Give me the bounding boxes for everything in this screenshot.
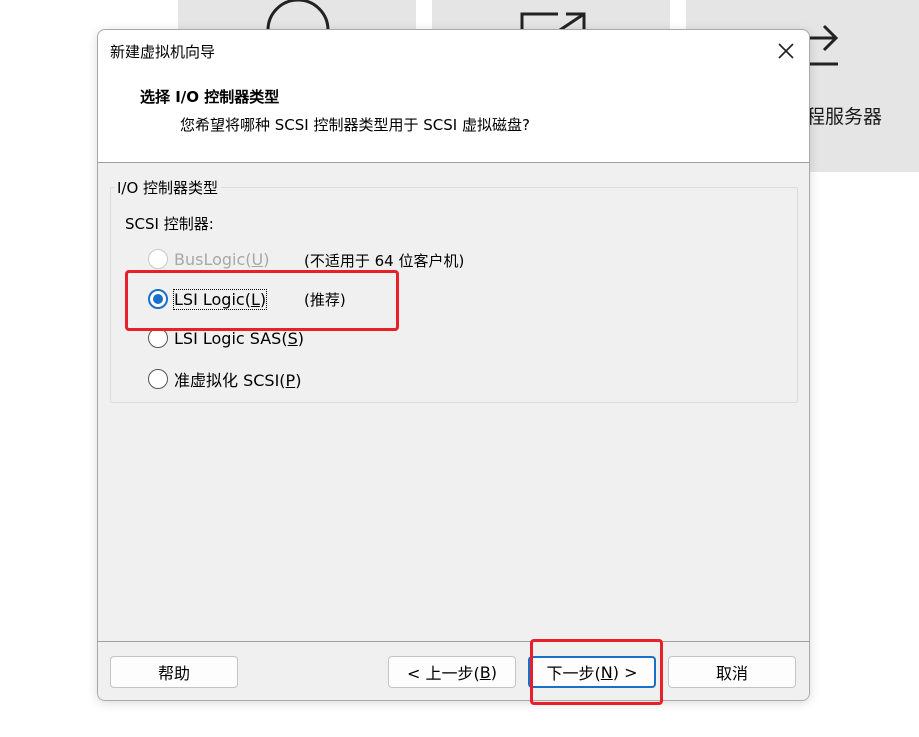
scsi-controller-label: SCSI 控制器:: [125, 215, 214, 233]
buslogic-note: (不适用于 64 位客户机): [304, 252, 465, 270]
lsi-logic-label[interactable]: LSI Logic(L): [172, 288, 268, 310]
close-button[interactable]: [763, 30, 809, 72]
paravirtual-scsi-radio[interactable]: [148, 369, 168, 389]
io-controller-group-label: I/O 控制器类型: [114, 177, 222, 198]
lsi-logic-note: (推荐): [304, 291, 346, 309]
buslogic-radio[interactable]: [148, 249, 168, 269]
wizard-footer: 帮助 < 上一步(B) 下一步(N) > 取消: [98, 642, 809, 700]
option-paravirtual-scsi[interactable]: 准虚拟化 SCSI(P): [148, 367, 301, 391]
lsi-logic-sas-radio[interactable]: [148, 328, 168, 348]
next-button[interactable]: 下一步(N) >: [528, 656, 656, 688]
page-title: 选择 I/O 控制器类型: [140, 88, 280, 106]
buslogic-label[interactable]: BusLogic(U): [174, 250, 269, 269]
background-tile-label: 程服务器: [806, 106, 883, 128]
lsi-logic-radio[interactable]: [148, 289, 168, 309]
paravirtual-scsi-label[interactable]: 准虚拟化 SCSI(P): [174, 367, 301, 391]
dialog-titlebar: 新建虚拟机向导: [98, 30, 809, 72]
wizard-header: 选择 I/O 控制器类型 您希望将哪种 SCSI 控制器类型用于 SCSI 虚拟…: [98, 72, 809, 162]
cancel-button[interactable]: 取消: [668, 656, 796, 688]
back-button[interactable]: < 上一步(B): [388, 656, 516, 688]
option-lsi-logic[interactable]: LSI Logic(L): [148, 288, 268, 310]
page-subtitle: 您希望将哪种 SCSI 控制器类型用于 SCSI 虚拟磁盘?: [180, 116, 530, 134]
lsi-logic-sas-label[interactable]: LSI Logic SAS(S): [174, 329, 304, 348]
help-button[interactable]: 帮助: [110, 656, 238, 688]
option-lsi-logic-sas[interactable]: LSI Logic SAS(S): [148, 328, 304, 348]
dialog-title: 新建虚拟机向导: [110, 43, 216, 61]
circle-icon: [266, 0, 330, 30]
new-vm-wizard-dialog: 新建虚拟机向导 选择 I/O 控制器类型 您希望将哪种 SCSI 控制器类型用于…: [97, 29, 810, 701]
wizard-body: I/O 控制器类型 SCSI 控制器: BusLogic(U) (不适用于 64…: [98, 163, 809, 641]
close-icon: [778, 43, 794, 59]
option-buslogic[interactable]: BusLogic(U): [148, 249, 269, 269]
